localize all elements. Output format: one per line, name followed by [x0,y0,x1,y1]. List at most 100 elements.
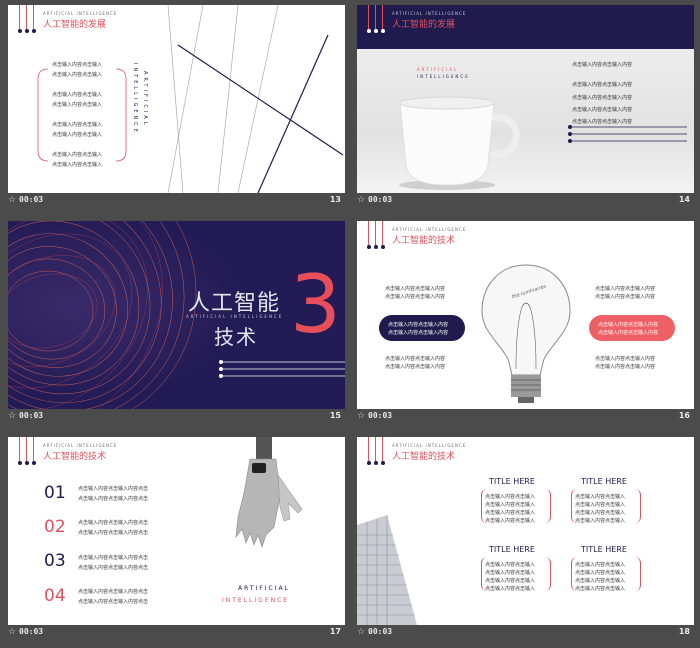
placeholder-text: 点击输入内容点击输入内容 [385,286,446,292]
card-text: 点击输入内容点击输入 [485,586,536,592]
list-text: 点击输入内容点击输入内容点击 [78,530,149,536]
list-text: 点击输入内容点击输入内容点击 [78,496,149,502]
card-title: TITLE HERE [581,545,627,554]
card-text: 点击输入内容点击输入 [575,570,626,576]
header-title: 人工智能的技术 [392,452,456,462]
placeholder-text: 点击输入内容点击输入内容 [572,95,633,101]
thumbnail-slide-13[interactable]: ARTIFICIAL INTELLIGENCE 人工智能的发展 点击输入内容点击… [8,5,345,205]
section-title-2: 技术 [214,325,258,349]
transition-time: 00:03 [368,627,393,636]
header-title: 人工智能的技术 [392,236,456,246]
card-text: 点击输入内容点击输入 [485,518,536,524]
slide-number: 15 [329,411,341,420]
star-icon[interactable]: ☆ [357,195,365,205]
header-english: ARTIFICIAL INTELLIGENCE [43,443,118,448]
card-text: 点击输入内容点击输入 [575,494,626,500]
header-accent-lines [17,437,39,467]
placeholder-text: 点击输入内容点击输入内容 [598,330,659,336]
thumbnail-slide-16[interactable]: ARTIFICIAL INTELLIGENCE 人工智能的技术 点击输入内容点击… [357,221,694,421]
transition-time: 00:03 [368,195,393,204]
placeholder-text: 点击输入内容点击输入 [52,62,103,68]
placeholder-text: 点击输入内容点击输入内容 [572,82,633,88]
caption-english: ARTIFICIAL [417,67,459,72]
caption-english: INTELLIGENCE [222,597,290,604]
header-accent-lines [366,437,388,467]
card-text: 点击输入内容点击输入 [575,510,626,516]
slide-15-canvas[interactable]: 人工智能 ARTIFICIAL INTELLIGENCE 技术 3 [8,221,345,409]
header-accent-lines [366,221,388,251]
slide-number: 18 [678,627,690,636]
section-title: 人工智能 [188,291,281,316]
header-accent-lines [366,5,388,35]
thumbnail-slide-14[interactable]: ARTIFICIAL INTELLIGENCE 人工智能的发展 ARTIFICI… [357,5,694,205]
placeholder-text: 点击输入内容点击输入内容 [595,364,656,370]
card-text: 点击输入内容点击输入 [575,562,626,568]
slide-18-canvas[interactable]: ARTIFICIAL INTELLIGENCE 人工智能的技术 TITLE HE… [357,437,694,625]
placeholder-text: 点击输入内容点击输入内容 [385,364,446,370]
header-title: 人工智能的技术 [43,452,107,462]
card-text: 点击输入内容点击输入 [575,578,626,584]
placeholder-text: 点击输入内容点击输入内容 [595,356,656,362]
slide-number: 13 [329,195,341,204]
slide-16-canvas[interactable]: ARTIFICIAL INTELLIGENCE 人工智能的技术 点击输入内容点击… [357,221,694,409]
slide-footer: ☆ 00:03 13 [8,195,345,205]
hands-image [235,437,303,548]
star-icon[interactable]: ☆ [8,195,16,205]
slide-footer: ☆ 00:03 16 [357,411,694,421]
coffee-cup-image [399,96,520,190]
caption-english: INTELLIGENCE [417,74,470,79]
header-english: ARTIFICIAL INTELLIGENCE [392,11,467,16]
star-icon[interactable]: ☆ [8,627,16,637]
placeholder-text: 点击输入内容点击输入内容 [385,294,446,300]
slide-13-canvas[interactable]: ARTIFICIAL INTELLIGENCE 人工智能的发展 点击输入内容点击… [8,5,345,193]
slide-14-canvas[interactable]: ARTIFICIAL INTELLIGENCE 人工智能的发展 ARTIFICI… [357,5,694,193]
card-title: TITLE HERE [489,545,535,554]
slide-footer: ☆ 00:03 17 [8,627,345,637]
placeholder-text: 点击输入内容点击输入内容 [595,294,656,300]
thumbnail-slide-18[interactable]: ARTIFICIAL INTELLIGENCE 人工智能的技术 TITLE HE… [357,437,694,637]
placeholder-text: 点击输入内容点击输入 [52,162,103,168]
placeholder-text: 点击输入内容点击输入内容 [572,107,633,113]
slide-footer: ☆ 00:03 18 [357,627,694,637]
card-text: 点击输入内容点击输入 [485,562,536,568]
placeholder-text: 点击输入内容点击输入内容 [388,330,449,336]
card-title: TITLE HERE [489,477,535,486]
placeholder-text: 点击输入内容点击输入内容 [598,322,659,328]
slide-number: 14 [678,195,690,204]
accent-lines [568,125,687,143]
thumbnail-slide-15[interactable]: 人工智能 ARTIFICIAL INTELLIGENCE 技术 3 ☆ 00:0… [8,221,345,421]
transition-time: 00:03 [19,627,44,636]
card-title: TITLE HERE [581,477,627,486]
slide-footer: ☆ 00:03 14 [357,195,694,205]
star-icon[interactable]: ☆ [357,411,365,421]
placeholder-text: 点击输入内容点击输入内容 [572,62,633,68]
placeholder-text: 点击输入内容点击输入 [52,132,103,138]
header-english: ARTIFICIAL INTELLIGENCE [392,443,467,448]
card-text: 点击输入内容点击输入 [485,502,536,508]
slide-17-canvas[interactable]: ARTIFICIAL INTELLIGENCE 人工智能的技术 01 点击输入内… [8,437,345,625]
transition-time: 00:03 [368,411,393,420]
card-text: 点击输入内容点击输入 [485,578,536,584]
star-icon[interactable]: ☆ [357,627,365,637]
placeholder-text: 点击输入内容点击输入内容 [385,356,446,362]
vertical-label: INTELLIGENCE [132,63,138,135]
card-text: 点击输入内容点击输入 [485,570,536,576]
vertical-label: ARTIFICIAL [142,71,148,128]
transition-time: 00:03 [19,411,44,420]
list-text: 点击输入内容点击输入内容点击 [78,555,149,561]
card-text: 点击输入内容点击输入 [485,494,536,500]
card-text: 点击输入内容点击输入 [485,510,536,516]
list-number: 04 [44,586,66,606]
accent-lines [219,360,345,378]
placeholder-text: 点击输入内容点击输入 [52,92,103,98]
card-text: 点击输入内容点击输入 [575,502,626,508]
thumbnail-slide-17[interactable]: ARTIFICIAL INTELLIGENCE 人工智能的技术 01 点击输入内… [8,437,345,637]
list-number: 01 [44,483,66,503]
caption-english: ARTIFICIAL [238,585,290,592]
header-title: 人工智能的发展 [392,20,456,30]
list-text: 点击输入内容点击输入内容点击 [78,565,149,571]
card-text: 点击输入内容点击输入 [575,586,626,592]
card-text: 点击输入内容点击输入 [575,518,626,524]
star-icon[interactable]: ☆ [8,411,16,421]
placeholder-text: 点击输入内容点击输入内容 [595,286,656,292]
